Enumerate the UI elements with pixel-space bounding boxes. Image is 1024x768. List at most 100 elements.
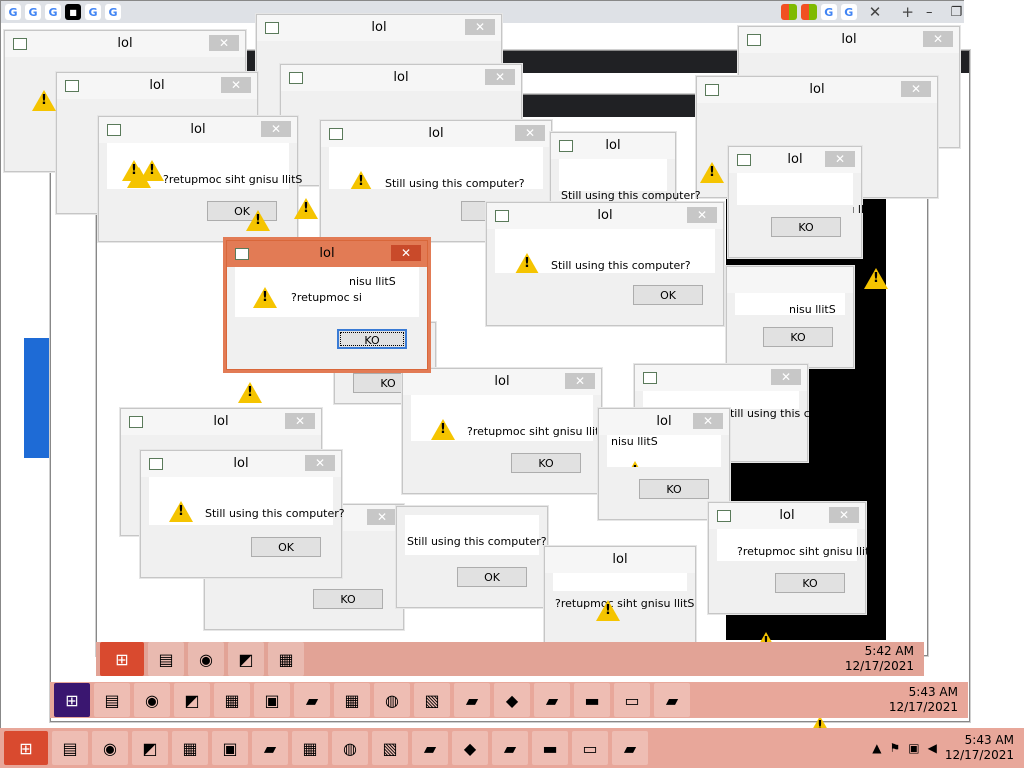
media-tab-icon[interactable]: ■ (65, 4, 81, 20)
toolbox-icon[interactable]: ▰ (534, 683, 570, 717)
minimize-icon[interactable]: – (926, 5, 933, 20)
toolbox-icon[interactable]: ▰ (412, 731, 448, 765)
registry-icon[interactable]: ◆ (494, 683, 530, 717)
explorer-icon[interactable]: ▤ (52, 731, 88, 765)
dialog-titlebar: lol ✕ (227, 241, 427, 267)
notepad-icon[interactable]: ▦ (268, 642, 304, 676)
action-center-icon[interactable]: ⚑ (889, 741, 900, 755)
paint-icon[interactable]: ◩ (228, 642, 264, 676)
palette-icon[interactable]: ◍ (332, 731, 368, 765)
registry-icon[interactable]: ◆ (452, 731, 488, 765)
close-icon[interactable]: ✕ (221, 77, 251, 93)
google-tab-icon[interactable]: G (840, 4, 857, 20)
alert-dialog: lol✕ Still using this computer? OK (140, 450, 345, 578)
google-tab-icon[interactable]: G (105, 4, 121, 20)
alert-dialog: lol✕ ?retupmoc siht gnisu llitS KO (402, 368, 606, 494)
dialog-message: Still using this computer? (205, 507, 345, 520)
maximize-icon[interactable]: ❐ (950, 5, 962, 20)
close-icon[interactable]: ✕ (465, 19, 495, 35)
toolbox-icon[interactable]: ▰ (492, 731, 528, 765)
close-icon[interactable]: ✕ (261, 121, 291, 137)
toolbox-icon[interactable]: ▰ (654, 683, 690, 717)
toolbox-icon[interactable]: ▰ (612, 731, 648, 765)
microsoft-tab-icon[interactable]: M (780, 4, 797, 20)
ok-button[interactable]: OK (633, 285, 703, 305)
google-tab-icon[interactable]: G (85, 4, 101, 20)
toolbox-icon[interactable]: ▰ (252, 731, 288, 765)
network-icon[interactable]: ▧ (372, 731, 408, 765)
start-icon[interactable]: ⊞ (100, 642, 144, 676)
close-icon[interactable]: ✕ (565, 373, 595, 389)
close-icon[interactable]: ✕ (285, 413, 315, 429)
google-tab-icon[interactable]: G (45, 4, 61, 20)
ok-button[interactable]: KO (337, 329, 407, 349)
close-icon[interactable]: ✕ (771, 369, 801, 385)
image-icon[interactable]: ▣ (212, 731, 248, 765)
ok-button[interactable]: OK (251, 537, 321, 557)
image-icon[interactable]: ▣ (254, 683, 290, 717)
close-icon[interactable]: ✕ (515, 125, 545, 141)
start-icon[interactable]: ⊞ (54, 683, 90, 717)
palette-icon[interactable]: ◍ (374, 683, 410, 717)
warning-icon (515, 253, 539, 274)
close-icon[interactable]: ✕ (305, 455, 335, 471)
alert-dialog: lol✕ ?retupmoc siht gnisu llitS KO (708, 502, 876, 614)
close-icon[interactable]: ✕ (825, 151, 855, 167)
cmd-icon[interactable]: ▬ (532, 731, 568, 765)
cmd-icon[interactable]: ▬ (574, 683, 610, 717)
toolbox-icon[interactable]: ▰ (294, 683, 330, 717)
ok-button[interactable]: KO (313, 589, 383, 609)
explorer-icon[interactable]: ▤ (148, 642, 184, 676)
close-icon[interactable]: ✕ (693, 413, 723, 429)
close-icon[interactable]: ✕ (829, 507, 859, 523)
ok-button[interactable]: KO (771, 217, 841, 237)
warning-icon (864, 268, 888, 289)
close-icon[interactable]: ✕ (209, 35, 239, 51)
close-icon[interactable]: ✕ (901, 81, 931, 97)
close-icon[interactable]: ✕ (485, 69, 515, 85)
dialog-footer: KO (235, 317, 419, 361)
google-tab-icon[interactable]: G (5, 4, 21, 20)
monitor-icon[interactable]: ▭ (572, 731, 608, 765)
dialog-body: nisu llitS ?retupmoc si (235, 267, 419, 317)
warning-icon (238, 382, 262, 403)
paint-icon[interactable]: ◩ (132, 731, 168, 765)
microsoft-tab-icon[interactable]: M (800, 4, 817, 20)
paint-icon[interactable]: ◩ (174, 683, 210, 717)
ok-button[interactable]: KO (763, 327, 833, 347)
show-hidden-icons[interactable]: ▲ (872, 741, 881, 755)
toolbox-icon[interactable]: ▰ (454, 683, 490, 717)
ok-button[interactable]: OK (457, 567, 527, 587)
calculator-icon[interactable]: ▦ (292, 731, 328, 765)
google-tab-icon[interactable]: G (820, 4, 837, 20)
start-button[interactable]: ⊞ (4, 731, 48, 765)
ok-button[interactable]: KO (511, 453, 581, 473)
ok-button[interactable]: KO (639, 479, 709, 499)
close-icon[interactable]: ✕ (923, 31, 953, 47)
chrome-icon[interactable]: ◉ (134, 683, 170, 717)
close-icon[interactable]: ✕ (687, 207, 717, 223)
notepad-icon[interactable]: ▦ (172, 731, 208, 765)
clock[interactable]: 5:43 AM 12/17/2021 (945, 733, 1014, 763)
monitor-icon[interactable]: ▭ (614, 683, 650, 717)
chrome-icon[interactable]: ◉ (92, 731, 128, 765)
tab-close-icon[interactable]: ✕ (861, 3, 890, 21)
clock[interactable]: 5:43 AM 12/17/2021 (889, 685, 958, 715)
notepad-icon[interactable]: ▦ (214, 683, 250, 717)
network-icon[interactable]: ▧ (414, 683, 450, 717)
google-tab-icon[interactable]: G (25, 4, 41, 20)
dialog-titlebar: lol ✕ (697, 77, 937, 103)
network-status-icon[interactable]: ▣ (908, 741, 919, 755)
close-icon[interactable]: ✕ (367, 509, 397, 525)
clock[interactable]: 5:42 AM 12/17/2021 (845, 644, 914, 674)
calculator-icon[interactable]: ▦ (334, 683, 370, 717)
volume-icon[interactable]: ◀ (928, 741, 937, 755)
close-icon[interactable]: ✕ (391, 245, 421, 261)
dialog-body: nisu llitS (735, 293, 845, 316)
ok-button[interactable]: KO (775, 573, 845, 593)
taskbar: ⊞ ▤ ◉ ◩ ▦ ▣ ▰ ▦ ◍ ▧ ▰ ◆ ▰ ▬ ▭ ▰ ▲ ⚑ ▣ ◀ … (0, 728, 1024, 768)
explorer-icon[interactable]: ▤ (94, 683, 130, 717)
chrome-icon[interactable]: ◉ (188, 642, 224, 676)
new-tab-button[interactable]: + (893, 3, 922, 21)
dialog-titlebar: lol ✕ (121, 409, 321, 435)
